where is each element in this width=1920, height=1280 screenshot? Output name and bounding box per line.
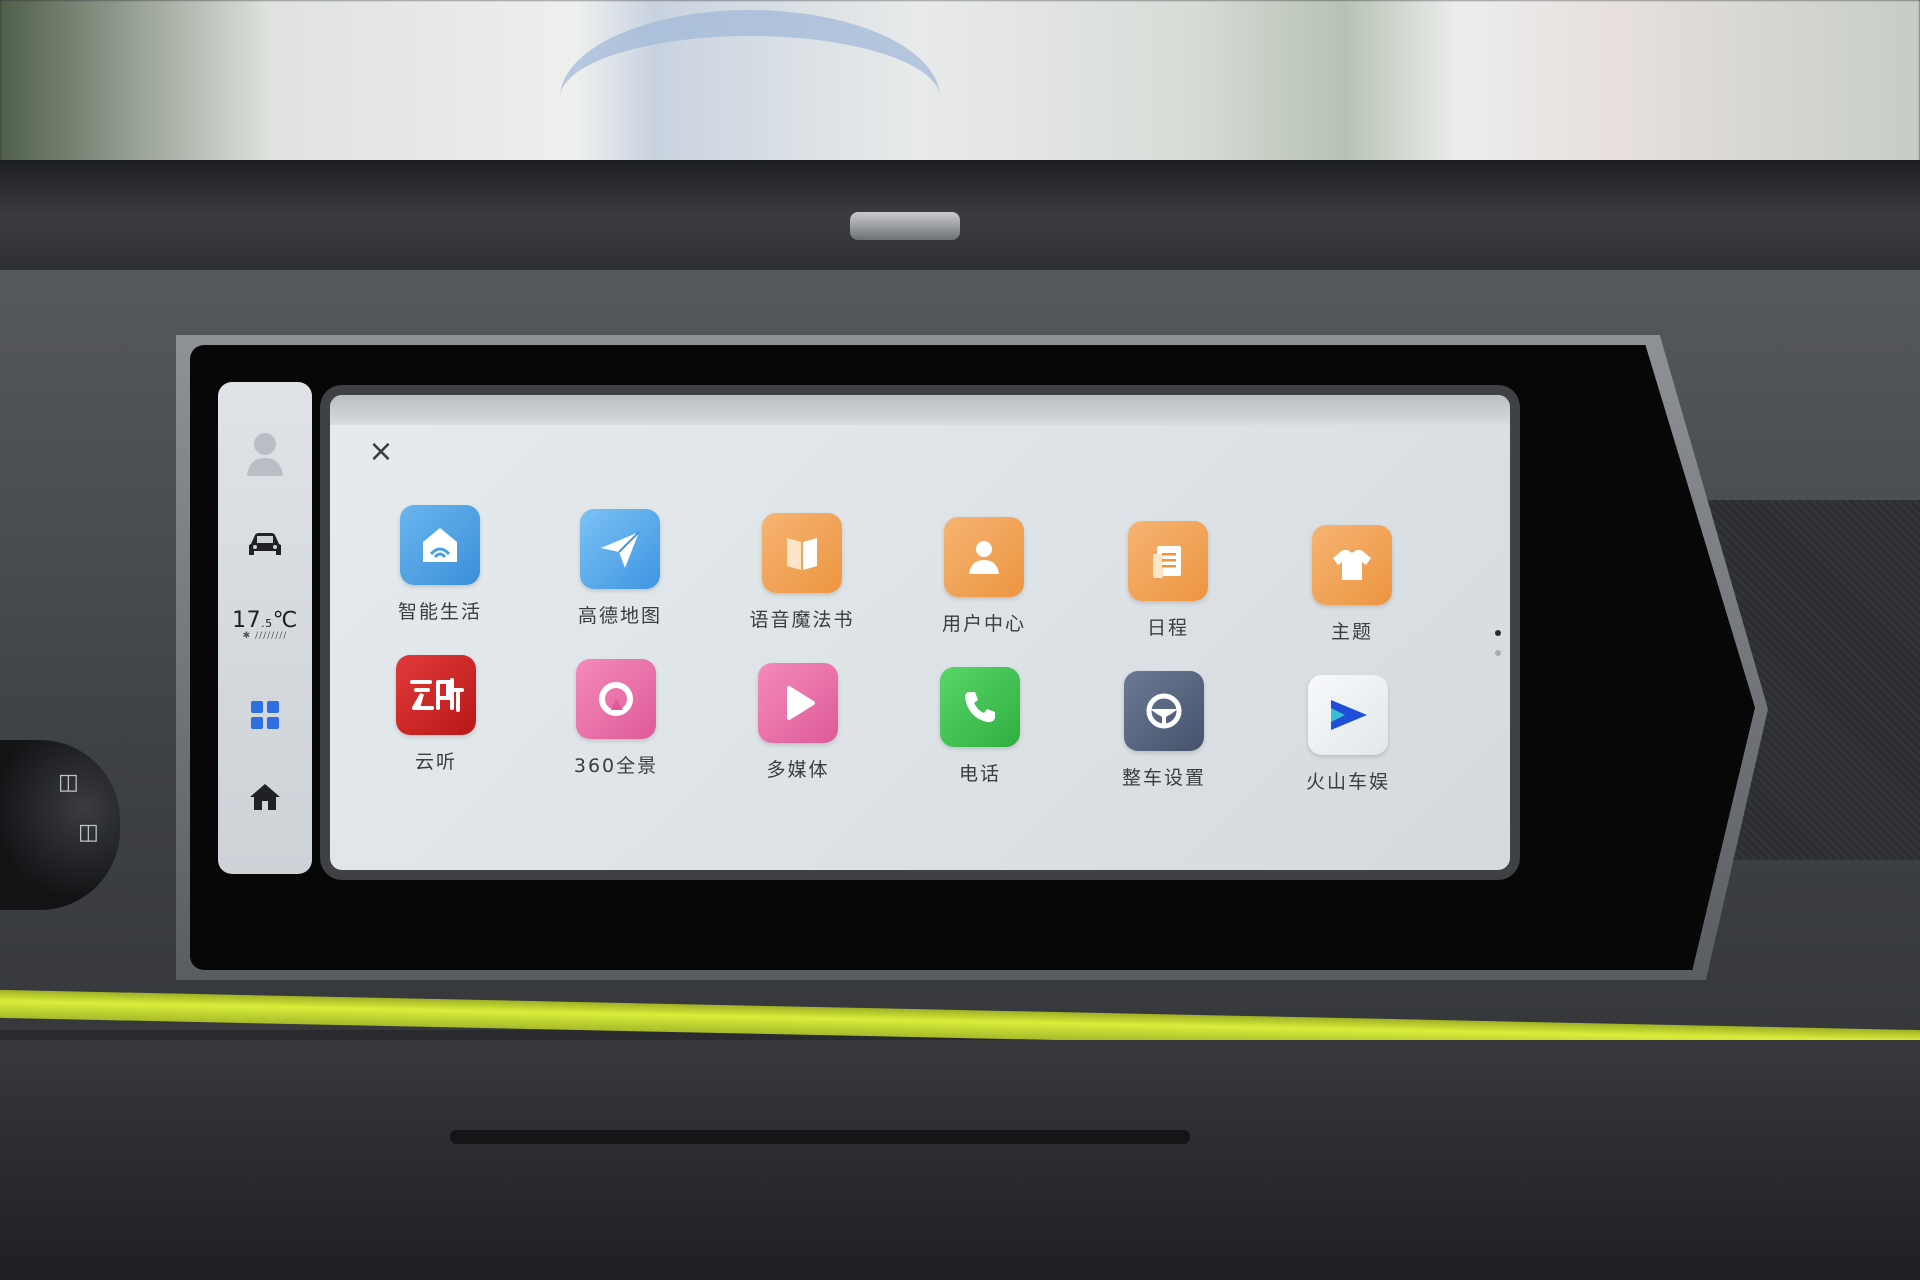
yunting-icon (396, 655, 476, 735)
page-dot-inactive[interactable] (1495, 650, 1501, 656)
calendar-icon (1128, 521, 1208, 601)
panel-header-shade (330, 395, 1510, 425)
volcano-play-icon (1308, 675, 1388, 755)
temperature-readout: 17.5℃ (218, 608, 312, 633)
app-schedule[interactable]: 日程 (1098, 521, 1238, 640)
steering-wheel-icon (1124, 671, 1204, 751)
shirt-icon (1312, 525, 1392, 605)
app-label: 整车设置 (1121, 767, 1206, 789)
app-amap[interactable]: 高德地图 (550, 509, 690, 628)
stalk-icon-bottom: ◫ (78, 820, 99, 845)
user-icon (944, 517, 1024, 597)
apps-grid-icon[interactable] (218, 700, 312, 734)
temperature-unit: ℃ (272, 608, 298, 633)
profile-avatar-icon[interactable] (218, 430, 312, 482)
side-quick-bar: 17.5℃ ✱ //////// (218, 382, 312, 874)
app-multimedia[interactable]: 多媒体 (728, 663, 868, 782)
app-user-center[interactable]: 用户中心 (914, 517, 1054, 636)
app-vehicle-settings[interactable]: 整车设置 (1094, 671, 1234, 790)
dashboard-speaker-slot (850, 212, 960, 240)
app-360-view[interactable]: 360全景 (546, 659, 686, 778)
app-voice-magic-book[interactable]: 语音魔法书 (732, 513, 872, 632)
app-volcano-entertainment[interactable]: 火山车娱 (1278, 675, 1418, 794)
home-icon[interactable] (218, 782, 312, 816)
play-icon (758, 663, 838, 743)
app-label: 火山车娱 (1305, 771, 1390, 793)
app-label: 360全景 (573, 755, 659, 777)
360-view-icon (576, 659, 656, 739)
app-label: 用户中心 (941, 613, 1026, 635)
app-launcher-panel: × 智能生活 高德地图 语音魔法书 用户中心 日程 主题 云听 360全景 多媒… (330, 395, 1510, 870)
app-label: 日程 (1146, 617, 1189, 639)
page-indicator (1493, 630, 1503, 670)
app-label: 高德地图 (577, 605, 662, 627)
app-phone[interactable]: 电话 (910, 667, 1050, 786)
smart-home-icon (400, 505, 480, 585)
app-theme[interactable]: 主题 (1282, 525, 1422, 644)
app-label: 多媒体 (766, 759, 830, 781)
temperature-decimal: .5 (261, 617, 273, 630)
close-button[interactable]: × (364, 435, 398, 469)
lower-dashboard (0, 1040, 1920, 1280)
app-label: 主题 (1330, 621, 1373, 643)
dashboard-top (0, 160, 1920, 280)
temperature-main: 17 (232, 608, 262, 633)
app-label: 语音魔法书 (749, 609, 855, 631)
app-label: 云听 (414, 751, 457, 773)
app-yunting[interactable]: 云听 (366, 655, 506, 774)
phone-icon (940, 667, 1020, 747)
book-icon (762, 513, 842, 593)
app-smart-life[interactable]: 智能生活 (370, 505, 510, 624)
app-label: 智能生活 (397, 601, 482, 623)
paper-plane-map-icon (580, 509, 660, 589)
climate-temperature[interactable]: 17.5℃ ✱ //////// (218, 608, 312, 641)
car-status-icon[interactable] (218, 530, 312, 564)
lower-vent (450, 1130, 1190, 1144)
app-label: 电话 (958, 763, 1001, 785)
page-dot-active[interactable] (1495, 630, 1501, 636)
stalk-icon-top: ◫ (58, 770, 79, 795)
